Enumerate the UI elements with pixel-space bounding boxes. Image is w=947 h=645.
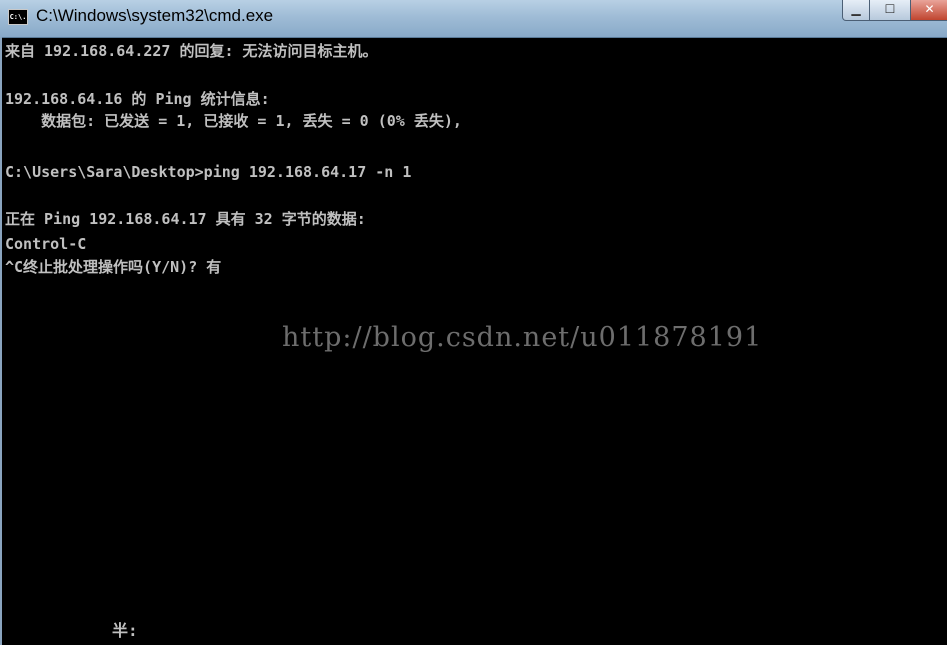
console-line: 正在 Ping 192.168.64.17 具有 32 字节的数据: (5, 210, 366, 228)
window-border (0, 37, 2, 645)
cmd-icon[interactable]: C:\. (8, 9, 28, 25)
console-line: 来自 192.168.64.227 的回复: 无法访问目标主机。 (5, 42, 378, 60)
console-line: C:\Users\Sara\Desktop>ping 192.168.64.17… (5, 163, 412, 181)
ime-status: 半: (112, 621, 138, 640)
close-button[interactable]: ✕ (910, 0, 947, 21)
console-line: ^C终止批处理操作吗(Y/N)? 有 (5, 258, 222, 276)
console-line: 192.168.64.16 的 Ping 统计信息: (5, 90, 270, 108)
watermark-url: http://blog.csdn.net/u011878191 (282, 322, 763, 353)
minimize-button[interactable]: ▁ (842, 0, 870, 21)
console-line: 数据包: 已发送 = 1, 已接收 = 1, 丢失 = 0 (0% 丢失), (5, 112, 462, 130)
window-title: C:\Windows\system32\cmd.exe (36, 6, 274, 25)
title-bar[interactable]: C:\. C:\Windows\system32\cmd.exe ▁ ☐ ✕ (0, 0, 947, 38)
maximize-button[interactable]: ☐ (869, 0, 911, 21)
console-line: Control-C (5, 235, 87, 253)
